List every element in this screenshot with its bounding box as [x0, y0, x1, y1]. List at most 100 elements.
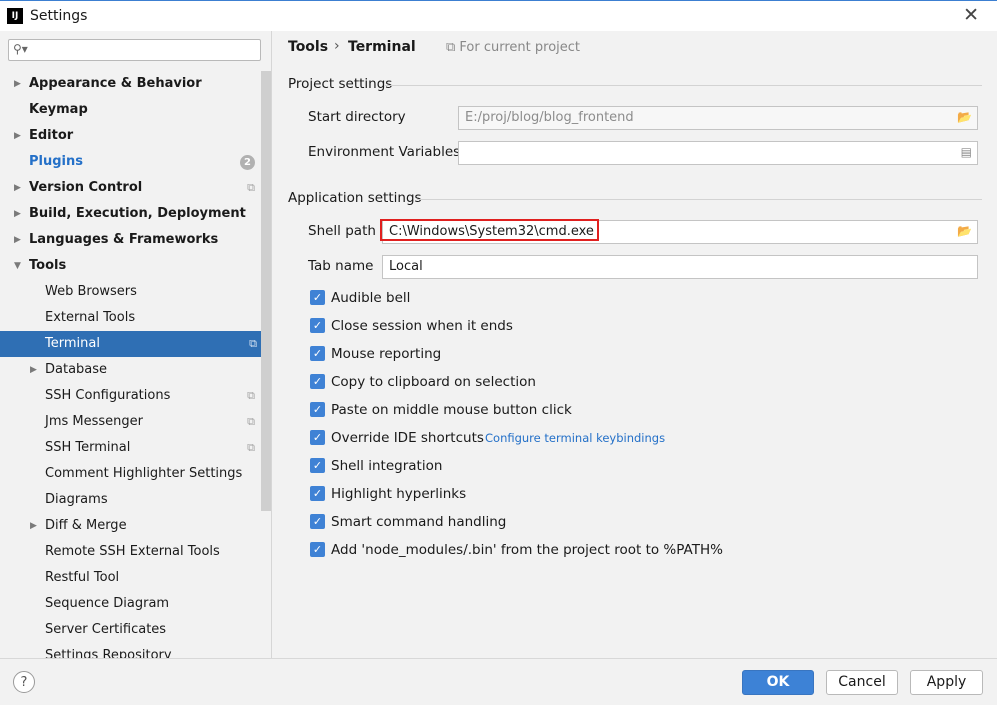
checkbox-label: Close session when it ends — [331, 318, 513, 334]
checkbox-label: Shell integration — [331, 458, 443, 474]
sidebar-item-keymap[interactable]: Keymap — [0, 97, 261, 123]
dialog-footer: ? OK Cancel Apply — [0, 658, 997, 705]
sidebar-item-label: Terminal — [45, 336, 100, 351]
search-input[interactable] — [31, 42, 260, 60]
expand-arrow-icon[interactable]: ▶ — [14, 71, 21, 97]
sidebar-item-diagrams[interactable]: Diagrams — [0, 487, 261, 513]
sidebar-item-ssh-configurations[interactable]: SSH Configurations ⧉ — [0, 383, 261, 409]
checkmark-icon[interactable]: ✓ — [310, 346, 325, 361]
sidebar-item-label: Keymap — [29, 102, 88, 117]
settings-search-field[interactable]: ⚲▾ — [8, 39, 261, 61]
checkmark-icon[interactable]: ✓ — [310, 486, 325, 501]
breadcrumb-tools: Tools — [288, 39, 329, 55]
checkmark-icon[interactable]: ✓ — [310, 318, 325, 333]
breadcrumb-separator: › — [334, 38, 340, 54]
environment-variables-label: Environment Variables — [308, 144, 461, 160]
sidebar-item-restful-tool[interactable]: Restful Tool — [0, 565, 261, 591]
sidebar-item-label: Languages & Frameworks — [29, 232, 219, 247]
sidebar-item-server-certificates[interactable]: Server Certificates — [0, 617, 261, 643]
checkbox-label: Mouse reporting — [331, 346, 442, 362]
close-window-button[interactable]: ✕ — [963, 4, 979, 26]
sidebar-item-label: Server Certificates — [45, 622, 167, 637]
sidebar-item-label: Database — [45, 362, 108, 377]
sidebar-scrollbar-thumb[interactable] — [261, 71, 271, 511]
sidebar-item-database[interactable]: ▶ Database — [0, 357, 261, 383]
plugin-updates-badge: 2 — [240, 155, 255, 170]
checkbox-label: Copy to clipboard on selection — [331, 374, 536, 390]
cancel-button[interactable]: Cancel — [826, 670, 898, 695]
sidebar-item-label: Diagrams — [45, 492, 108, 507]
sidebar-item-jms-messenger[interactable]: Jms Messenger ⧉ — [0, 409, 261, 435]
expand-arrow-icon[interactable]: ▶ — [14, 123, 21, 149]
expand-arrow-icon[interactable]: ▶ — [14, 175, 21, 201]
settings-tree: ▶ Appearance & Behavior Keymap ▶ Editor Pl… — [0, 71, 271, 658]
start-directory-value: E:/proj/blog/blog_frontend — [465, 110, 634, 125]
sidebar-item-label: Version Control — [29, 180, 143, 195]
project-scope-icon: ⧉ — [249, 337, 257, 350]
sidebar-item-label: SSH Configurations — [45, 388, 171, 403]
edit-variables-icon[interactable]: ▤ — [961, 145, 972, 159]
sidebar-item-editor[interactable]: ▶ Editor — [0, 123, 261, 149]
application-settings-title: Application settings — [288, 190, 422, 206]
ok-button[interactable]: OK — [742, 670, 814, 695]
sidebar-item-web-browsers[interactable]: Web Browsers — [0, 279, 261, 305]
terminal-settings-panel: Tools › Terminal ⧉ For current project P… — [272, 31, 997, 658]
project-scope-icon: ⧉ — [446, 40, 460, 55]
expand-arrow-icon[interactable]: ▶ — [30, 357, 37, 383]
sidebar-item-label: Sequence Diagram — [45, 596, 170, 611]
project-scope-icon: ⧉ — [247, 441, 255, 454]
checkmark-icon[interactable]: ✓ — [310, 430, 325, 445]
checkbox-label: Add 'node_modules/.bin' from the project… — [331, 542, 723, 558]
sidebar-item-label: Restful Tool — [45, 570, 120, 585]
scope-label: ⧉ For current project — [446, 40, 580, 55]
sidebar-item-label: Tools — [29, 258, 67, 273]
sidebar-item-version-control[interactable]: ▶ Version Control ⧉ — [0, 175, 261, 201]
expand-arrow-icon[interactable]: ▶ — [14, 227, 21, 253]
checkmark-icon[interactable]: ✓ — [310, 290, 325, 305]
sidebar-item-label: Diff & Merge — [45, 518, 127, 533]
help-button[interactable]: ? — [13, 671, 35, 693]
sidebar-item-build-execution-deployment[interactable]: ▶ Build, Execution, Deployment — [0, 201, 261, 227]
checkmark-icon[interactable]: ✓ — [310, 514, 325, 529]
tab-name-label: Tab name — [308, 258, 374, 274]
highlight-annotation-box — [380, 219, 599, 241]
apply-button[interactable]: Apply — [910, 670, 983, 695]
checkmark-icon[interactable]: ✓ — [310, 374, 325, 389]
expand-arrow-icon[interactable]: ▶ — [30, 513, 37, 539]
expand-arrow-icon[interactable]: ▶ — [14, 201, 21, 227]
sidebar-item-ssh-terminal[interactable]: SSH Terminal ⧉ — [0, 435, 261, 461]
sidebar-item-plugins[interactable]: Plugins 2 — [0, 149, 261, 175]
sidebar-item-diff-merge[interactable]: ▶ Diff & Merge — [0, 513, 261, 539]
sidebar-item-terminal[interactable]: Terminal ⧉ — [0, 331, 271, 357]
start-directory-label: Start directory — [308, 109, 406, 125]
project-scope-icon: ⧉ — [247, 389, 255, 402]
checkbox-label: Highlight hyperlinks — [331, 486, 467, 502]
sidebar-item-languages-frameworks[interactable]: ▶ Languages & Frameworks — [0, 227, 261, 253]
folder-browse-icon[interactable]: 📂 — [957, 224, 972, 238]
sidebar-item-tools[interactable]: ▼ Tools — [0, 253, 261, 279]
checkbox-label: Paste on middle mouse button click — [331, 402, 572, 418]
sidebar-item-label: Remote SSH External Tools — [45, 544, 220, 559]
checkmark-icon[interactable]: ✓ — [310, 402, 325, 417]
sidebar-item-comment-highlighter-settings[interactable]: Comment Highlighter Settings — [0, 461, 261, 487]
folder-browse-icon[interactable]: 📂 — [957, 110, 972, 124]
sidebar-item-appearance-behavior[interactable]: ▶ Appearance & Behavior — [0, 71, 261, 97]
start-directory-field[interactable]: E:/proj/blog/blog_frontend 📂 — [458, 106, 978, 130]
intellij-app-icon: IJ — [7, 8, 23, 24]
section-divider — [417, 199, 982, 200]
sidebar-item-external-tools[interactable]: External Tools — [0, 305, 261, 331]
sidebar-item-label: Appearance & Behavior — [29, 76, 202, 91]
collapse-arrow-icon[interactable]: ▼ — [14, 253, 21, 279]
checkmark-icon[interactable]: ✓ — [310, 458, 325, 473]
sidebar-item-remote-ssh-external-tools[interactable]: Remote SSH External Tools — [0, 539, 261, 565]
tab-name-field[interactable]: Local — [382, 255, 978, 279]
environment-variables-field[interactable]: ▤ — [458, 141, 978, 165]
checkbox-label: Audible bell — [331, 290, 411, 306]
checkmark-icon[interactable]: ✓ — [310, 542, 325, 557]
configure-keybindings-link[interactable]: Configure terminal keybindings — [485, 426, 665, 450]
sidebar-item-sequence-diagram[interactable]: Sequence Diagram — [0, 591, 261, 617]
section-divider — [385, 85, 982, 86]
sidebar-item-label: Web Browsers — [45, 284, 137, 299]
sidebar-item-settings-repository[interactable]: Settings Repository — [0, 643, 261, 658]
sidebar-item-label: SSH Terminal — [45, 440, 131, 455]
